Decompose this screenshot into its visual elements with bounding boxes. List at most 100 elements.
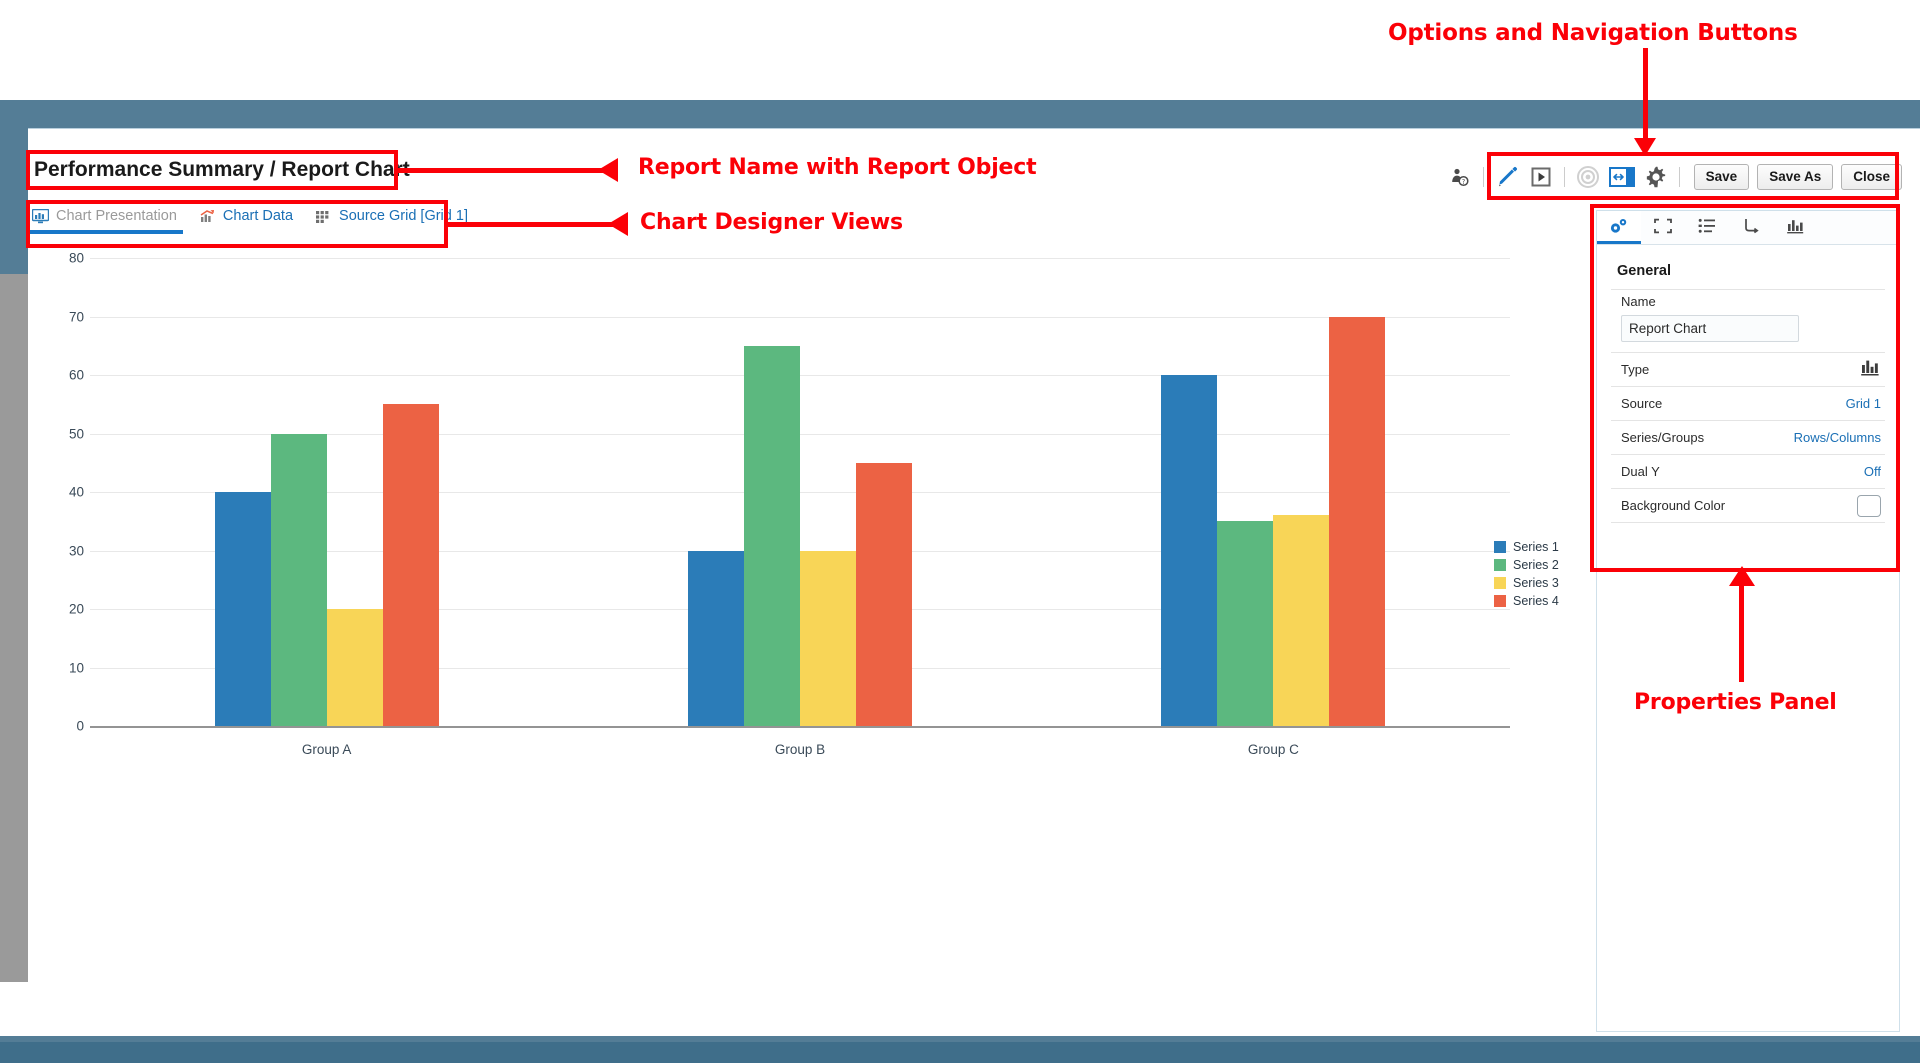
- y-axis-tick-label: 70: [68, 309, 84, 324]
- legend-item[interactable]: Series 3: [1494, 576, 1559, 590]
- toolbar-separator: [1482, 167, 1484, 187]
- options-navigation-toolbar: ? Save Save As Close: [1443, 160, 1902, 194]
- chart-bar[interactable]: [744, 345, 800, 726]
- chart-bar[interactable]: [326, 609, 383, 726]
- y-axis-tick-label: 0: [76, 718, 84, 734]
- user-permissions-icon[interactable]: ?: [1443, 162, 1477, 192]
- annotation-arrow: [1729, 566, 1755, 586]
- annotation-line: [398, 168, 610, 173]
- left-rail-upper: [0, 128, 28, 274]
- svg-text:?: ?: [1461, 178, 1465, 186]
- annotation-arrow: [1634, 138, 1656, 156]
- chart-bar[interactable]: [382, 404, 439, 726]
- property-row-dual-y[interactable]: Dual Y Off: [1611, 454, 1885, 488]
- y-axis-tick-label: 40: [68, 484, 84, 500]
- annotation-arrow: [608, 212, 628, 236]
- bar-chart-icon: [1859, 357, 1881, 382]
- annotation-line: [448, 222, 620, 227]
- tab-chart-presentation-label: Chart Presentation: [56, 208, 177, 224]
- chart-bar[interactable]: [214, 492, 271, 726]
- record-target-icon[interactable]: [1571, 162, 1605, 192]
- general-properties-tab[interactable]: [1597, 211, 1641, 244]
- page-title: Performance Summary / Report Chart: [34, 158, 410, 181]
- property-row-source[interactable]: Source Grid 1: [1611, 386, 1885, 420]
- x-axis-category-label: Group C: [1247, 742, 1299, 757]
- tab-source-grid[interactable]: Source Grid [Grid 1]: [315, 208, 468, 230]
- save-button[interactable]: Save: [1693, 164, 1750, 190]
- chart-bar[interactable]: [1273, 515, 1330, 726]
- annotation-report-name-label: Report Name with Report Object: [638, 155, 1037, 180]
- annotation-line: [1739, 584, 1744, 682]
- legend-item[interactable]: Series 4: [1494, 594, 1559, 608]
- annotation-chart-views-label: Chart Designer Views: [640, 210, 903, 235]
- chart-designer-views: Chart Presentation Chart Data Source Gri…: [28, 208, 468, 234]
- chart-bar[interactable]: [856, 462, 912, 726]
- property-row-type[interactable]: Type: [1611, 352, 1885, 386]
- dual-y-label: Dual Y: [1621, 464, 1660, 479]
- dual-y-value[interactable]: Off: [1864, 464, 1881, 479]
- type-label: Type: [1621, 362, 1650, 377]
- gridline: [90, 316, 1510, 318]
- source-value[interactable]: Grid 1: [1846, 396, 1881, 411]
- list-icon: [1698, 218, 1715, 233]
- series-groups-label: Series/Groups: [1621, 430, 1705, 445]
- chart-bar[interactable]: [800, 550, 856, 726]
- close-button[interactable]: Close: [1841, 164, 1902, 190]
- source-label: Source: [1621, 396, 1663, 411]
- legend-label: Series 3: [1513, 576, 1559, 590]
- chart-canvas: 0 10 20 30 40 50 60 70 80 Group A Group B Group C: [30, 250, 1510, 930]
- tab-chart-data-label: Chart Data: [222, 208, 294, 224]
- y-axis-tick-label: 80: [68, 250, 84, 266]
- toolbar-separator: [1563, 167, 1565, 187]
- save-as-button[interactable]: Save As: [1757, 164, 1834, 190]
- axis-arrow-icon: [1745, 219, 1759, 234]
- properties-panel: General Name Type: [1596, 210, 1900, 1032]
- series-properties-tab[interactable]: [1773, 211, 1817, 244]
- annotation-arrow: [598, 158, 618, 182]
- y-axis-tick-label: 30: [68, 543, 84, 558]
- layout-properties-tab[interactable]: [1641, 211, 1685, 244]
- gridline: [90, 375, 1510, 376]
- legend-label: Series 4: [1513, 594, 1559, 608]
- legend-item[interactable]: Series 1: [1494, 540, 1559, 554]
- chart-bar[interactable]: [1217, 521, 1274, 726]
- legend-swatch: [1494, 559, 1506, 571]
- gears-icon: [1610, 219, 1627, 233]
- gridline: [90, 258, 1510, 259]
- annotation-options-nav-label: Options and Navigation Buttons: [1388, 20, 1798, 46]
- annotation-properties-panel-label: Properties Panel: [1634, 690, 1837, 715]
- edit-pencil-icon[interactable]: [1490, 162, 1524, 192]
- chart-bar[interactable]: [688, 550, 744, 726]
- legend-item[interactable]: Series 2: [1494, 558, 1559, 572]
- chart-bar[interactable]: [270, 433, 327, 726]
- legend-properties-tab[interactable]: [1685, 211, 1729, 244]
- legend-label: Series 1: [1513, 540, 1559, 554]
- chart-bar[interactable]: [1161, 375, 1218, 726]
- legend-swatch: [1494, 595, 1506, 607]
- tab-chart-presentation[interactable]: Chart Presentation: [28, 208, 183, 234]
- x-axis-category-label: Group A: [301, 742, 352, 757]
- run-play-icon[interactable]: [1524, 162, 1558, 192]
- property-row-background-color[interactable]: Background Color: [1611, 488, 1885, 522]
- settings-gear-icon[interactable]: [1639, 162, 1673, 192]
- properties-body: General Name Type: [1597, 245, 1899, 524]
- property-row-name: Name: [1611, 289, 1885, 352]
- property-row-divider: [1611, 522, 1885, 524]
- property-row-series-groups[interactable]: Series/Groups Rows/Columns: [1611, 420, 1885, 454]
- app-top-bar: [0, 100, 1920, 128]
- y-axis-tick-label: 10: [68, 660, 84, 675]
- chart-bar[interactable]: [1329, 316, 1386, 726]
- left-rail-scroll-strip[interactable]: [0, 274, 28, 982]
- series-groups-value[interactable]: Rows/Columns: [1794, 430, 1881, 445]
- tab-chart-data[interactable]: Chart Data: [199, 208, 293, 230]
- background-color-swatch[interactable]: [1857, 494, 1881, 517]
- name-input[interactable]: [1621, 315, 1799, 342]
- toolbar-separator: [1678, 167, 1680, 187]
- name-label: Name: [1621, 294, 1656, 309]
- app-bottom-bar: [0, 1042, 1920, 1063]
- y-axis-tick-label: 20: [68, 601, 84, 617]
- axis-properties-tab[interactable]: [1729, 211, 1773, 244]
- y-axis-tick-label: 60: [68, 367, 84, 383]
- source-grid-icon: [315, 209, 332, 224]
- resize-width-icon[interactable]: [1605, 162, 1639, 192]
